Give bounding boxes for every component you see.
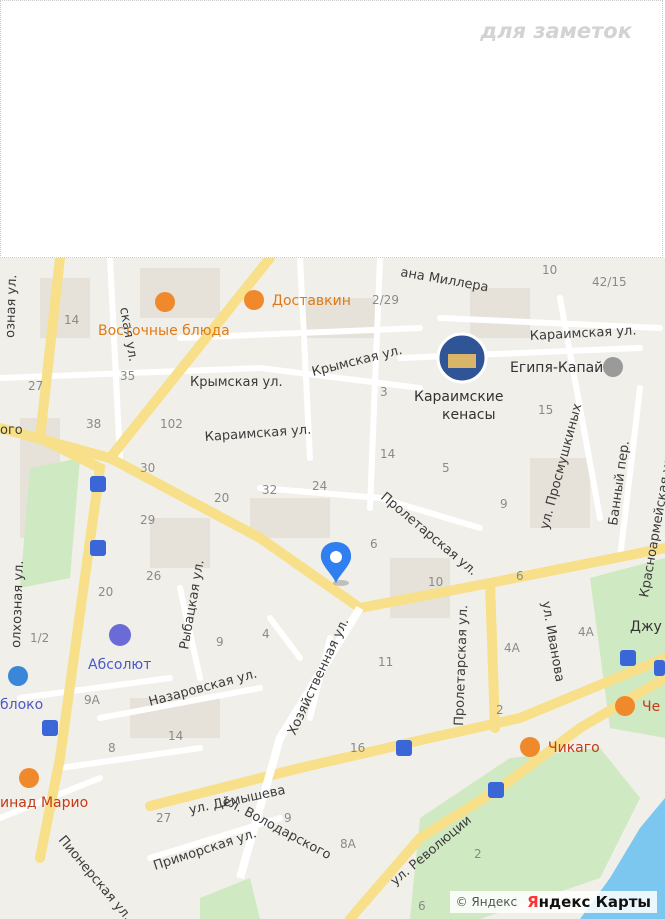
house-number: 9 xyxy=(216,635,224,649)
house-number: 29 xyxy=(140,513,155,527)
hotel-icon xyxy=(109,624,131,646)
poi-label: кенасы xyxy=(442,407,496,423)
house-number: 35 xyxy=(120,369,135,383)
street-label: Пионерская ул. xyxy=(55,833,135,919)
poi-chikago[interactable]: Чикаго xyxy=(520,737,600,757)
house-number: 102 xyxy=(160,417,183,431)
house-number: 1/2 xyxy=(30,631,49,645)
poi-yabloko[interactable]: блоко xyxy=(0,666,43,713)
poi-egiya[interactable]: Египя-Капай xyxy=(510,357,623,377)
street-label: Караимская ул. xyxy=(529,323,636,344)
house-number: 4A xyxy=(504,641,521,655)
street-label: олхозная ул. xyxy=(9,560,27,648)
street-label: ого xyxy=(0,423,23,438)
copyright-text: © Яндекс xyxy=(455,895,518,909)
notes-label: для заметок xyxy=(480,19,632,43)
poi-label: Абсолют xyxy=(88,657,151,673)
house-number: 15 xyxy=(538,403,553,417)
house-number: 26 xyxy=(146,569,161,583)
house-number: 5 xyxy=(442,461,450,475)
house-number: 10 xyxy=(542,263,557,277)
house-number: 6 xyxy=(370,537,378,551)
bus-stop-icon xyxy=(90,540,106,556)
star-of-david-icon xyxy=(603,357,623,377)
house-number: 4A xyxy=(578,625,595,639)
bus-stop-icon xyxy=(90,476,106,492)
house-number: 32 xyxy=(262,483,277,497)
map-copyright: © Яндекс Яндекс Карты xyxy=(449,891,657,913)
house-number: 9A xyxy=(84,693,101,707)
poi-label: Египя-Капай xyxy=(510,360,603,376)
house-number: 14 xyxy=(64,313,79,327)
poi-label: Джу xyxy=(630,619,662,635)
house-number: 9 xyxy=(500,497,508,511)
street-label: Крымская ул. xyxy=(190,375,283,390)
poi-dzhu[interactable]: Джу xyxy=(630,619,662,635)
restaurant-icon xyxy=(520,737,540,757)
poi-label: Восточные блюда xyxy=(98,323,230,339)
map-view[interactable]: ул. Володарского ул. Дёмышева ул. Револю… xyxy=(0,258,665,919)
house-number: 6 xyxy=(418,899,426,913)
house-number: 2 xyxy=(496,703,504,717)
house-number: 27 xyxy=(156,811,171,825)
street-label: озная ул. xyxy=(3,274,20,338)
house-number: 11 xyxy=(378,655,393,669)
house-number: 30 xyxy=(140,461,155,475)
poi-label: Доставкин xyxy=(272,293,351,309)
house-number: 10 xyxy=(428,575,443,589)
house-number: 24 xyxy=(312,479,327,493)
house-number: 14 xyxy=(168,729,183,743)
poi-kenasy[interactable]: Караимские кенасы xyxy=(414,332,504,423)
shop-icon xyxy=(8,666,28,686)
poi-label: Че xyxy=(642,699,660,715)
notes-area[interactable]: для заметок xyxy=(0,0,663,258)
restaurant-icon xyxy=(244,290,264,310)
house-number: 38 xyxy=(86,417,101,431)
yandex-maps-logo[interactable]: Яндекс Карты xyxy=(527,893,651,911)
cafe-icon xyxy=(615,696,635,716)
poi-label: блоко xyxy=(0,697,43,713)
street-label: Пролетарская ул. xyxy=(452,605,471,727)
street-label: Караимская ул. xyxy=(204,423,312,445)
cafe-icon xyxy=(155,292,175,312)
poi-absolyut[interactable]: Абсолют xyxy=(88,624,151,673)
house-number: 2/29 xyxy=(372,293,399,307)
house-number: 6 xyxy=(516,569,524,583)
bus-stop-icon xyxy=(654,660,665,676)
house-number: 16 xyxy=(350,741,365,755)
street-label: ана Миллера xyxy=(399,265,489,295)
house-number: 9 xyxy=(284,811,292,825)
poi-label: Караимские xyxy=(414,389,504,405)
house-number: 8 xyxy=(108,741,116,755)
house-number: 2 xyxy=(474,847,482,861)
house-number: 3 xyxy=(380,385,388,399)
street-label: Крымская ул. xyxy=(310,343,403,380)
restaurant-icon xyxy=(19,768,39,788)
street-label: Хозяйственная ул. xyxy=(285,616,352,738)
house-number: 4 xyxy=(262,627,270,641)
house-number: 20 xyxy=(98,585,113,599)
poi-dostavkin[interactable]: Доставкин xyxy=(244,290,351,310)
poi-label: Чикаго xyxy=(548,740,600,756)
house-number: 8A xyxy=(340,837,357,851)
poi-label: инад Марио xyxy=(0,795,88,811)
house-number: 42/15 xyxy=(592,275,627,289)
bus-stop-icon xyxy=(488,782,504,798)
house-number: 14 xyxy=(380,447,395,461)
house-number: 27 xyxy=(28,379,43,393)
bus-stop-icon xyxy=(396,740,412,756)
house-number: 20 xyxy=(214,491,229,505)
street-label: ул. Иванова xyxy=(538,600,567,683)
bus-stop-icon xyxy=(620,650,636,666)
map-canvas[interactable]: ул. Володарского ул. Дёмышева ул. Револю… xyxy=(0,258,665,919)
bus-stop-icon xyxy=(42,720,58,736)
